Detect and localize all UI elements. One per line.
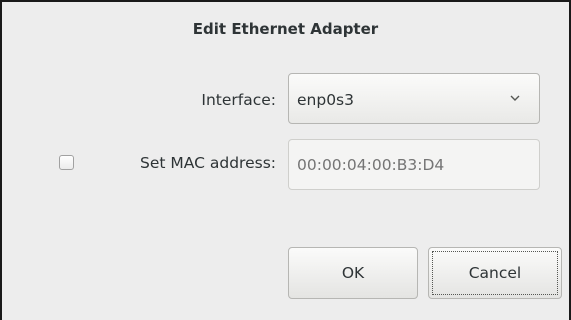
interface-selected-value: enp0s3: [297, 91, 354, 109]
dialog-title: Edit Ethernet Adapter: [192, 20, 379, 38]
interface-dropdown[interactable]: enp0s3: [288, 73, 540, 124]
chevron-down-icon: [510, 95, 520, 101]
set-mac-checkbox[interactable]: [59, 155, 74, 170]
edit-ethernet-adapter-dialog: Edit Ethernet Adapter Interface: enp0s3 …: [0, 0, 571, 320]
interface-label: Interface:: [201, 91, 276, 109]
ok-button[interactable]: OK: [288, 247, 418, 299]
cancel-button[interactable]: Cancel: [428, 247, 562, 299]
set-mac-label: Set MAC address:: [140, 154, 276, 172]
mac-address-input[interactable]: [288, 139, 540, 190]
